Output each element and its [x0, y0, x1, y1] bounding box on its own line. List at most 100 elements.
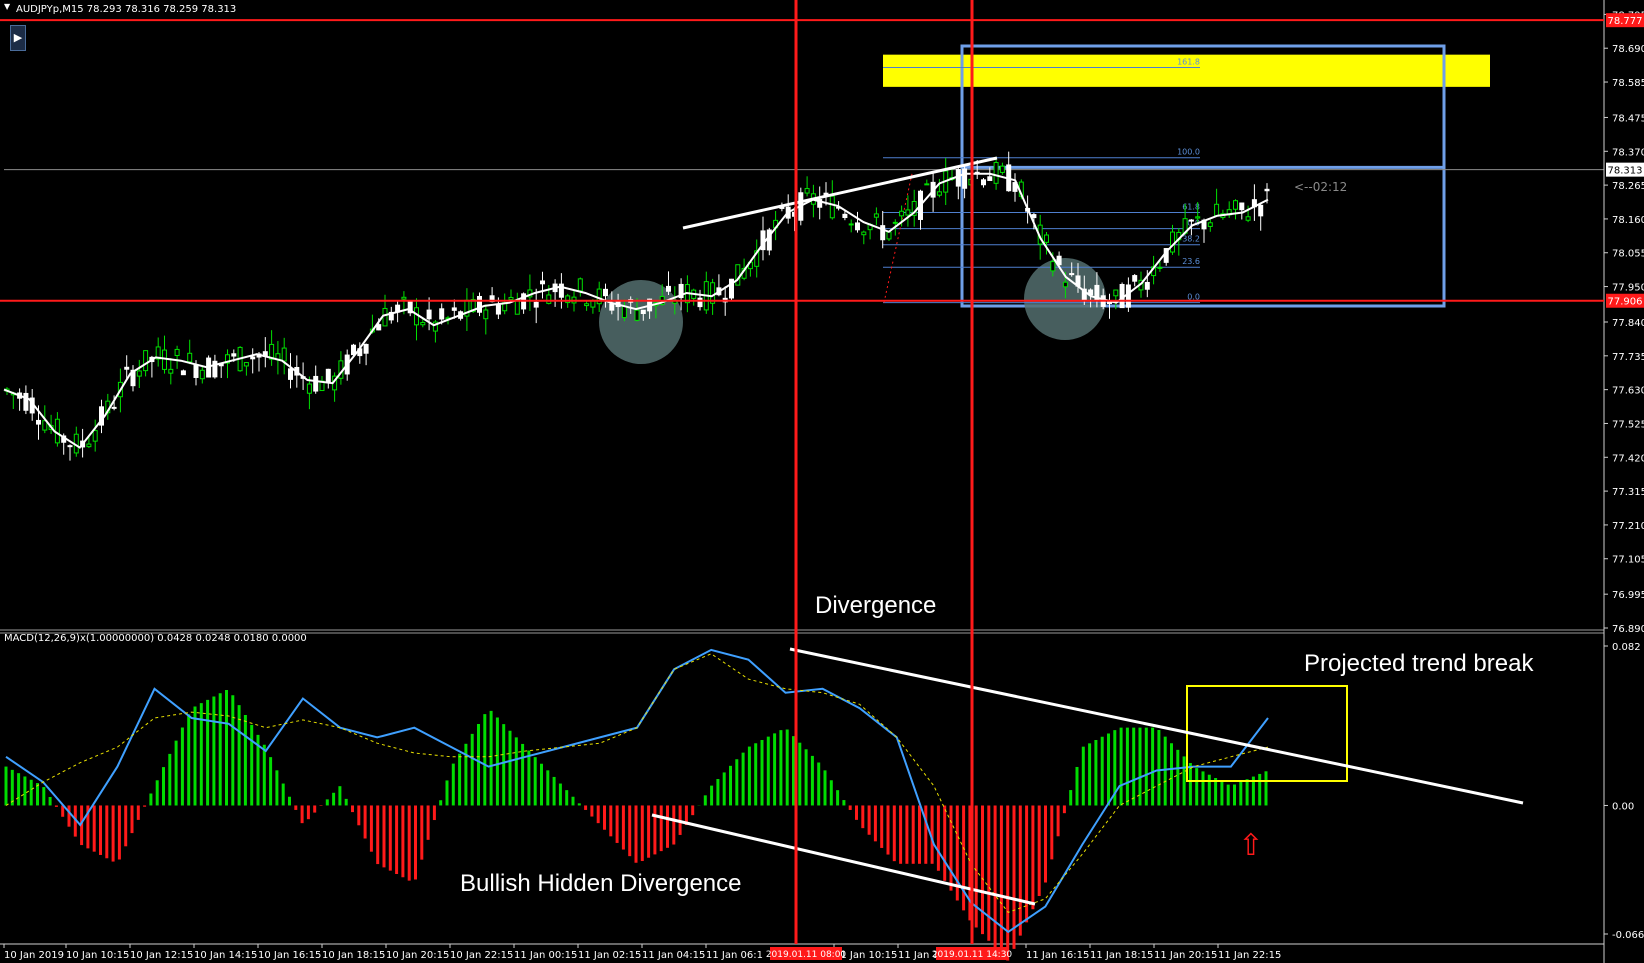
price-tick-label: 78.160	[1612, 215, 1644, 226]
candle-bear	[180, 370, 186, 376]
candle-bear	[540, 280, 545, 285]
candle-bull	[86, 443, 92, 448]
candle-bull	[936, 191, 942, 196]
lower-line-price-label: 77.906	[1608, 297, 1643, 308]
candle-bull	[590, 300, 596, 308]
highlight-circle-right	[1024, 258, 1106, 340]
candle-bear	[23, 392, 29, 411]
candle-bear	[1125, 284, 1131, 308]
candle-bull	[162, 349, 167, 370]
candle-bear	[1144, 281, 1150, 290]
candle-bull	[306, 383, 312, 394]
price-tick-label: 78.690	[1612, 44, 1644, 55]
candle-bull	[136, 370, 142, 377]
candle-bull	[199, 369, 205, 380]
time-marker-label: 2019.01.11 14:30	[932, 950, 1013, 960]
candle-bear	[313, 375, 319, 392]
time-tick-label: 10 Jan 14:15	[194, 950, 257, 961]
divergence-label: Divergence	[815, 592, 937, 619]
time-tick-label: 11 Jan 04:15	[642, 950, 705, 961]
candle-bear	[842, 213, 848, 219]
candle-bull	[1195, 216, 1201, 219]
candle-bull	[243, 362, 249, 367]
current-price-label: 78.313	[1608, 166, 1643, 177]
candle-bull	[905, 209, 911, 216]
candle-bull	[1214, 203, 1220, 217]
candle-bear	[1188, 219, 1194, 222]
candle-bull	[1245, 216, 1251, 221]
candle-bear	[250, 356, 256, 360]
symbol-info-header: AUDJPYp,M15 78.293 78.316 78.259 78.313	[16, 4, 237, 15]
candle-bull	[1170, 231, 1175, 253]
candle-bull	[1050, 261, 1056, 272]
candle-bull	[414, 307, 419, 326]
candle-bull	[899, 210, 905, 217]
candle-bull	[804, 188, 810, 194]
candle-bear	[1258, 204, 1264, 217]
price-tick-label: 78.475	[1612, 113, 1644, 124]
chart-scroll-button[interactable]: ▶	[10, 25, 26, 51]
candle-bull	[1233, 200, 1238, 210]
candle-bull	[1207, 222, 1213, 227]
candle-bull	[993, 162, 999, 184]
time-tick-label: 10 Jan 12:15	[130, 950, 193, 961]
candle-bear	[603, 288, 608, 297]
candle-bull	[634, 309, 640, 321]
chart-canvas[interactable]: 161.8100.061.850.038.223.60.0 ⇧ 78.79578…	[0, 0, 1644, 963]
candle-bull	[483, 309, 489, 320]
time-tick-label: 10 Jan 22:15	[450, 950, 513, 961]
chart-menu-arrow-icon[interactable]: ▼	[4, 2, 10, 11]
candle-bear	[426, 309, 432, 320]
time-tick-label: 10 Jan 2019	[4, 950, 64, 961]
candle-bull	[848, 223, 854, 226]
candle-bull	[382, 307, 388, 327]
time-tick-label: 10 Jan 10:15	[66, 950, 129, 961]
price-tick-label: 76.995	[1612, 590, 1644, 601]
price-tick-label: 77.630	[1612, 386, 1644, 397]
candle-bull	[546, 294, 552, 304]
candle-bull	[577, 278, 583, 292]
time-tick-label: 11 Jan 18:15	[1090, 950, 1153, 961]
candle-bear	[231, 353, 237, 357]
chart-background	[0, 0, 1644, 963]
macd-tick-label: 0.00	[1612, 801, 1634, 812]
price-tick-label: 77.840	[1612, 318, 1644, 329]
candle-bull	[829, 195, 835, 219]
candle-bear	[67, 445, 73, 448]
bullish-hidden-divergence-label: Bullish Hidden Divergence	[460, 870, 742, 897]
candle-bull	[1044, 234, 1049, 243]
projected-trend-break-label: Projected trend break	[1304, 650, 1534, 677]
price-tick-label: 77.525	[1612, 419, 1644, 430]
trading-chart-window: 161.8100.061.850.038.223.60.0 ⇧ 78.79578…	[0, 0, 1644, 963]
candle-bear	[477, 295, 482, 313]
upper-line-price-label: 78.777	[1608, 16, 1643, 27]
time-tick-label: 11 Jan 00:15	[514, 950, 577, 961]
candle-bull	[886, 231, 892, 240]
bar-countdown: <--02:12	[1294, 180, 1348, 194]
candle-bear	[439, 308, 445, 320]
play-icon: ▶	[13, 31, 23, 44]
candle-bull	[873, 213, 879, 218]
price-tick-label: 77.105	[1612, 555, 1644, 566]
candle-bull	[584, 303, 590, 307]
candle-bear	[193, 364, 199, 378]
time-marker-label: 2019.01.11 08:00	[766, 950, 847, 960]
candle-bear	[1264, 188, 1270, 192]
time-tick-label: 11 Jan 06:1	[706, 950, 763, 961]
candle-bull	[892, 221, 898, 224]
candle-bull	[514, 299, 520, 315]
candle-bull	[401, 296, 407, 300]
candle-bear	[962, 168, 968, 189]
price-tick-label: 76.890	[1612, 624, 1644, 635]
candle-bull	[621, 305, 627, 319]
price-tick-label: 78.585	[1612, 78, 1644, 89]
candle-bear	[609, 303, 615, 311]
macd-tick-label: 0.082	[1612, 642, 1641, 653]
candle-bear	[1132, 275, 1138, 282]
time-tick-label: 11 Jan 22:15	[1218, 950, 1281, 961]
candle-bull	[861, 231, 867, 236]
time-tick-label: 10 Jan 18:15	[322, 950, 385, 961]
price-tick-label: 78.370	[1612, 147, 1644, 158]
time-tick-label: 11 Jan 02:15	[578, 950, 641, 961]
price-tick-label: 78.265	[1612, 181, 1644, 192]
